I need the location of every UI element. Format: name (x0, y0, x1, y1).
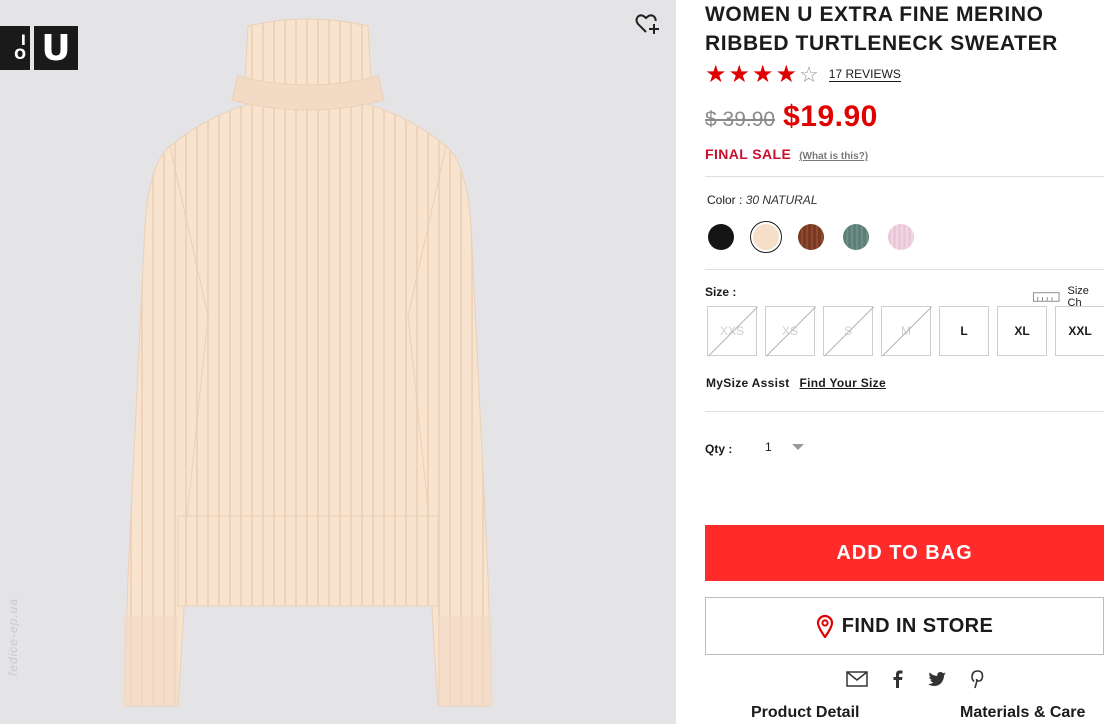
swatch-brown[interactable] (795, 221, 827, 253)
mysize-assist: MySize Assist Find Your Size (706, 376, 886, 390)
quantity-label: Qty : (705, 442, 733, 456)
star-icon: ★ (728, 61, 751, 88)
star-outline-icon: ☆ (799, 62, 819, 87)
size-option-m[interactable]: M (881, 306, 931, 356)
add-to-bag-button[interactable]: ADD TO BAG (705, 525, 1104, 581)
star-icon: ★ (775, 61, 798, 88)
share-icons (846, 668, 988, 690)
chevron-down-icon (791, 444, 804, 450)
tab-materials-care[interactable]: Materials & Care (960, 704, 1085, 722)
find-in-store-label: FIND IN STORE (841, 614, 994, 637)
color-label: Color : 30 NATURAL (707, 193, 818, 207)
final-sale-label: FINAL SALE (705, 146, 792, 162)
facebook-icon[interactable] (886, 668, 908, 690)
heart-plus-icon (635, 14, 659, 34)
sale-price: $19.90 (783, 100, 878, 133)
quantity-select[interactable]: 1 (765, 436, 815, 458)
star-icon: ★ (752, 61, 774, 88)
tab-product-detail[interactable]: Product Detail (751, 704, 859, 722)
rating: ★ ★ ★ ★ ☆ 17 REVIEWS (705, 63, 901, 87)
reviews-link[interactable]: 17 REVIEWS (828, 68, 901, 82)
watermark: fedice-ep.ua (6, 598, 20, 677)
divider (705, 176, 1104, 177)
find-in-store-button[interactable]: FIND IN STORE (705, 597, 1104, 655)
size-option-xxs[interactable]: XXS (707, 306, 757, 356)
star-icon: ★ (705, 61, 727, 88)
quantity-value: 1 (765, 440, 772, 454)
color-selected-value: 30 NATURAL (745, 193, 818, 207)
find-your-size-link[interactable]: Find Your Size (800, 376, 886, 390)
divider (705, 269, 1104, 270)
product-image-panel: IO U fedice-ep.ua (0, 0, 676, 724)
size-option-s[interactable]: S (823, 306, 873, 356)
color-swatches (705, 221, 917, 253)
swatch-pink[interactable] (885, 221, 917, 253)
brand-logo: IO U (0, 26, 78, 70)
color-label-text: Color : (707, 193, 746, 207)
product-title: WOMEN U EXTRA FINE MERINO RIBBED TURTLEN… (705, 3, 1058, 55)
swatch-green[interactable] (840, 221, 872, 253)
pinterest-icon[interactable] (966, 668, 988, 690)
size-option-xl[interactable]: XL (997, 306, 1047, 356)
ruler-icon (1033, 292, 1060, 302)
brand-logo-box-right: U (34, 26, 78, 70)
original-price: $ 39.90 (705, 108, 776, 131)
product-info-panel: WOMEN U EXTRA FINE MERINO RIBBED TURTLEN… (705, 0, 1104, 724)
location-pin-icon (816, 614, 833, 638)
add-to-wishlist-button[interactable] (634, 10, 662, 38)
brand-logo-box-left: IO (0, 26, 30, 70)
swatch-black[interactable] (705, 221, 737, 253)
price-block: $ 39.90 $19.90 (705, 100, 878, 134)
final-sale-row: FINAL SALE (What is this?) (705, 146, 868, 162)
size-options: XXS XS S M L XL XXL (707, 306, 1104, 356)
what-is-this-link[interactable]: (What is this?) (799, 151, 868, 162)
twitter-icon[interactable] (926, 668, 948, 690)
size-option-xxl[interactable]: XXL (1055, 306, 1104, 356)
mail-icon[interactable] (846, 668, 868, 690)
mysize-label: MySize Assist (706, 376, 790, 390)
size-option-l[interactable]: L (939, 306, 989, 356)
swatch-natural[interactable] (750, 221, 782, 253)
product-photo (123, 18, 493, 707)
size-label: Size : (705, 285, 737, 299)
divider (705, 411, 1104, 412)
size-option-xs[interactable]: XS (765, 306, 815, 356)
